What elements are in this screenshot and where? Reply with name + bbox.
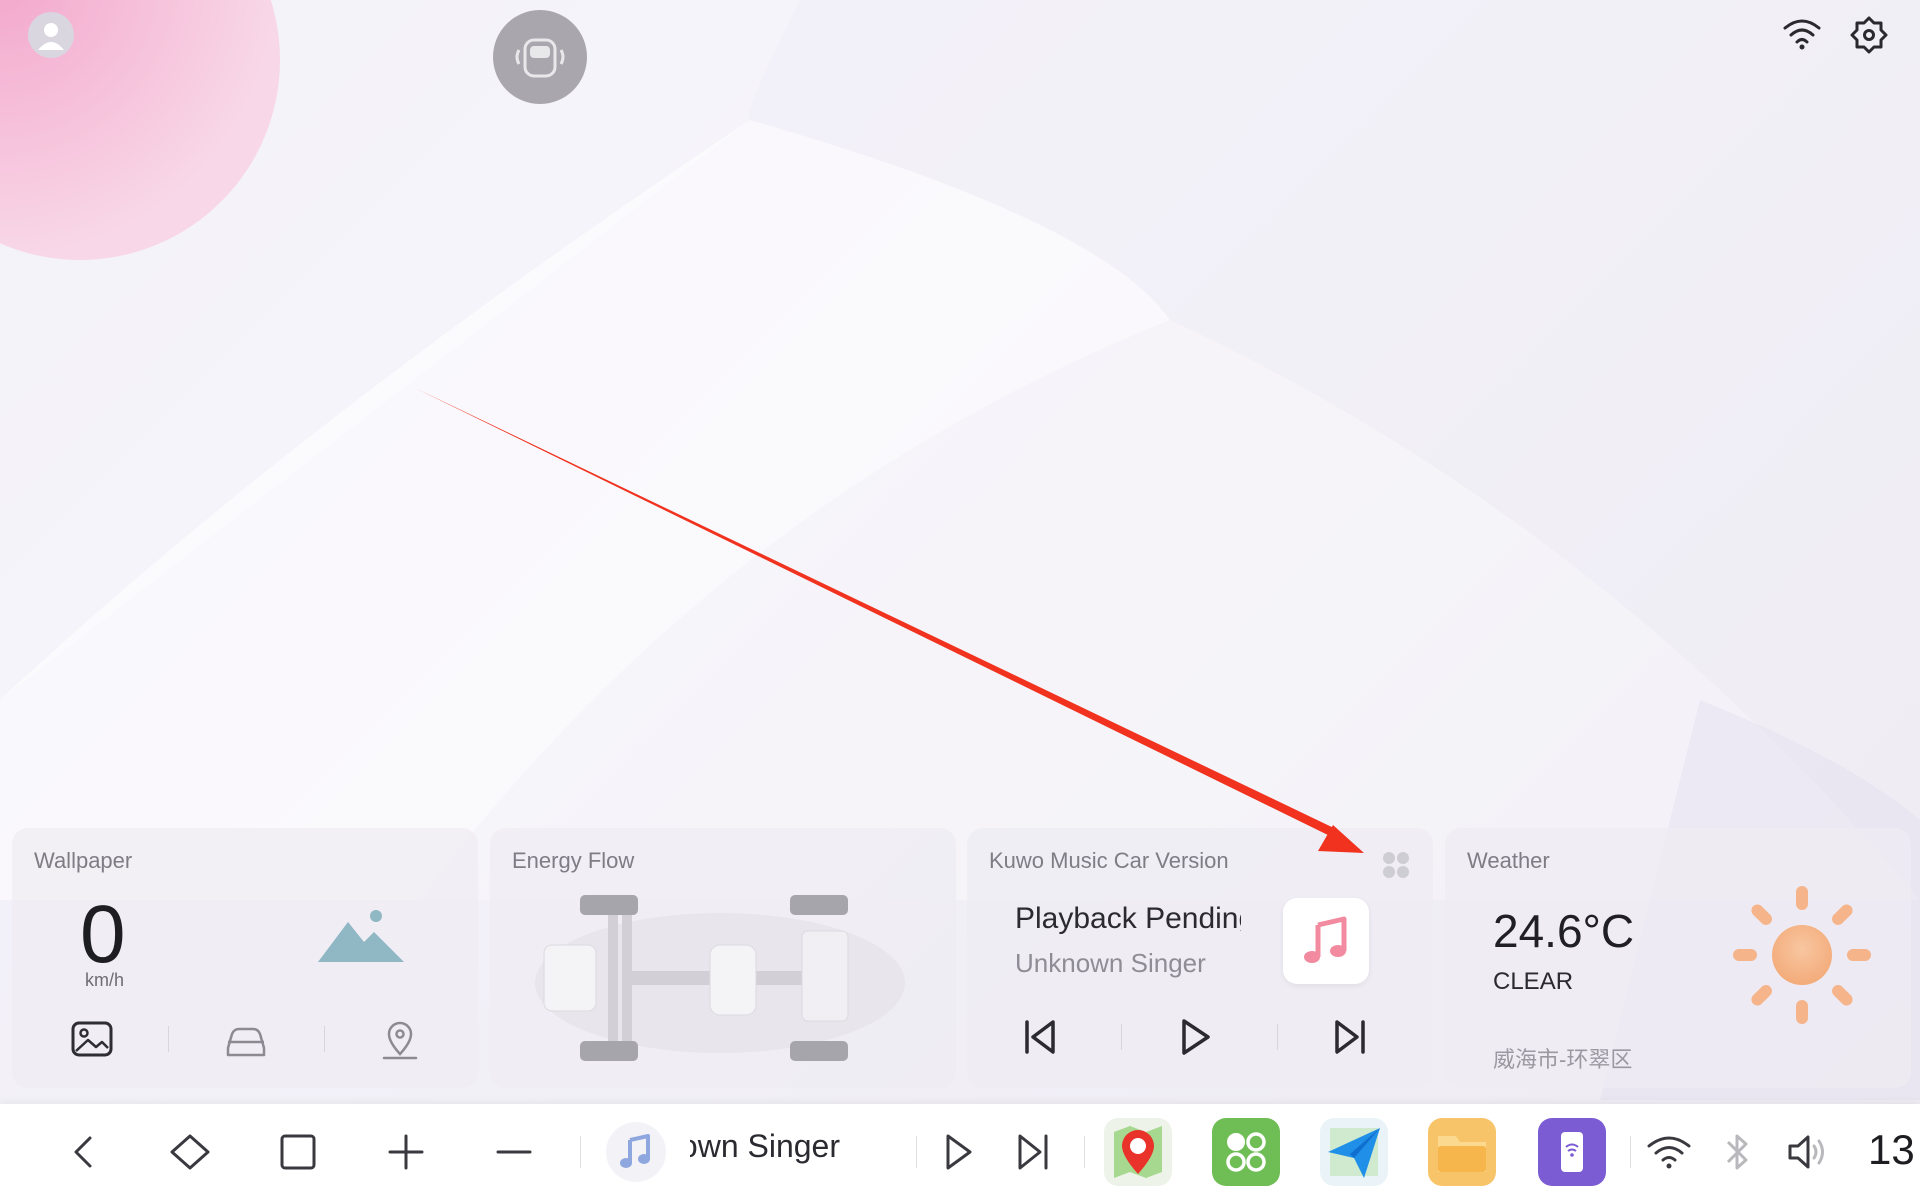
sun-icon	[1733, 886, 1871, 1024]
apps-grid-icon[interactable]	[1379, 848, 1413, 882]
settings-icon[interactable]	[1848, 14, 1890, 56]
mountain-icon	[318, 910, 404, 962]
user-avatar[interactable]	[28, 12, 74, 58]
play-icon[interactable]	[934, 1128, 982, 1176]
back-icon[interactable]	[60, 1128, 108, 1176]
avatar-icon	[38, 23, 64, 50]
energy-flow-widget[interactable]: Energy Flow	[490, 828, 956, 1088]
divider	[1084, 1136, 1085, 1168]
speed-value: 0	[80, 889, 126, 980]
location-pin-icon[interactable]	[376, 1018, 424, 1062]
wallpaper-widget[interactable]: Wallpaper 0 km/h	[12, 828, 478, 1088]
paper-plane-icon	[1328, 1128, 1380, 1178]
divider	[1630, 1136, 1631, 1168]
next-track-icon[interactable]	[1010, 1128, 1058, 1176]
music-widget[interactable]: Kuwo Music Car Version Playback Pending …	[967, 828, 1433, 1088]
play-icon[interactable]	[1174, 1016, 1216, 1058]
track-artist: Unknown Singer	[1015, 948, 1206, 978]
temperature-value: 24.6°C	[1493, 905, 1635, 957]
wallpaper-widget-title: Wallpaper	[34, 848, 133, 873]
bluetooth-icon[interactable]	[1714, 1128, 1762, 1176]
now-playing-text[interactable]: Unknown Singer	[690, 1128, 840, 1165]
track-title: Playback Pending	[1015, 902, 1241, 935]
divider	[580, 1136, 581, 1168]
four-circles-icon	[1226, 1132, 1266, 1172]
car-mode-button[interactable]	[493, 10, 587, 104]
previous-track-icon[interactable]	[1019, 1016, 1061, 1058]
music-widget-title: Kuwo Music Car Version	[989, 848, 1229, 873]
baidu-maps-app-icon[interactable]	[1104, 1118, 1172, 1186]
wifi-icon[interactable]	[1782, 16, 1822, 52]
album-art[interactable]	[1283, 898, 1369, 984]
volume-up-icon[interactable]	[382, 1128, 430, 1176]
apps-grid-app-icon[interactable]	[1212, 1118, 1280, 1186]
car-mode-icon	[515, 38, 565, 78]
taskbar: Unknown Singer	[0, 1104, 1920, 1200]
vehicle-chassis-diagram	[535, 895, 905, 1061]
now-playing-art[interactable]	[606, 1122, 666, 1182]
weather-widget-title: Weather	[1467, 848, 1550, 873]
folder-icon	[1438, 1136, 1486, 1172]
weather-condition: CLEAR	[1493, 968, 1574, 995]
wifi-status-icon[interactable]	[1645, 1128, 1693, 1176]
recents-icon[interactable]	[274, 1128, 322, 1176]
phone-icon	[1561, 1132, 1583, 1172]
weather-widget[interactable]: Weather 24.6°C CLEAR 威海市-环翠区	[1445, 828, 1911, 1088]
speed-unit: km/h	[85, 970, 125, 990]
music-note-icon	[620, 1134, 650, 1168]
divider	[324, 1026, 325, 1052]
divider	[1277, 1024, 1278, 1050]
clock: 13	[1868, 1126, 1915, 1173]
weather-location: 威海市-环翠区	[1493, 1047, 1633, 1072]
home-icon[interactable]	[166, 1128, 214, 1176]
map-pin-icon	[1114, 1126, 1162, 1178]
navigation-app-icon[interactable]	[1320, 1118, 1388, 1186]
next-track-icon[interactable]	[1329, 1016, 1371, 1058]
divider	[168, 1026, 169, 1052]
divider	[916, 1136, 917, 1168]
volume-icon[interactable]	[1782, 1128, 1830, 1176]
volume-down-icon[interactable]	[490, 1128, 538, 1176]
music-note-icon	[1304, 916, 1347, 963]
wallpaper-gallery-icon[interactable]	[68, 1018, 116, 1062]
divider	[1121, 1024, 1122, 1050]
car-icon[interactable]	[222, 1018, 270, 1062]
phone-mirror-app-icon[interactable]	[1538, 1118, 1606, 1186]
file-manager-app-icon[interactable]	[1428, 1118, 1496, 1186]
energy-flow-widget-title: Energy Flow	[512, 848, 635, 873]
